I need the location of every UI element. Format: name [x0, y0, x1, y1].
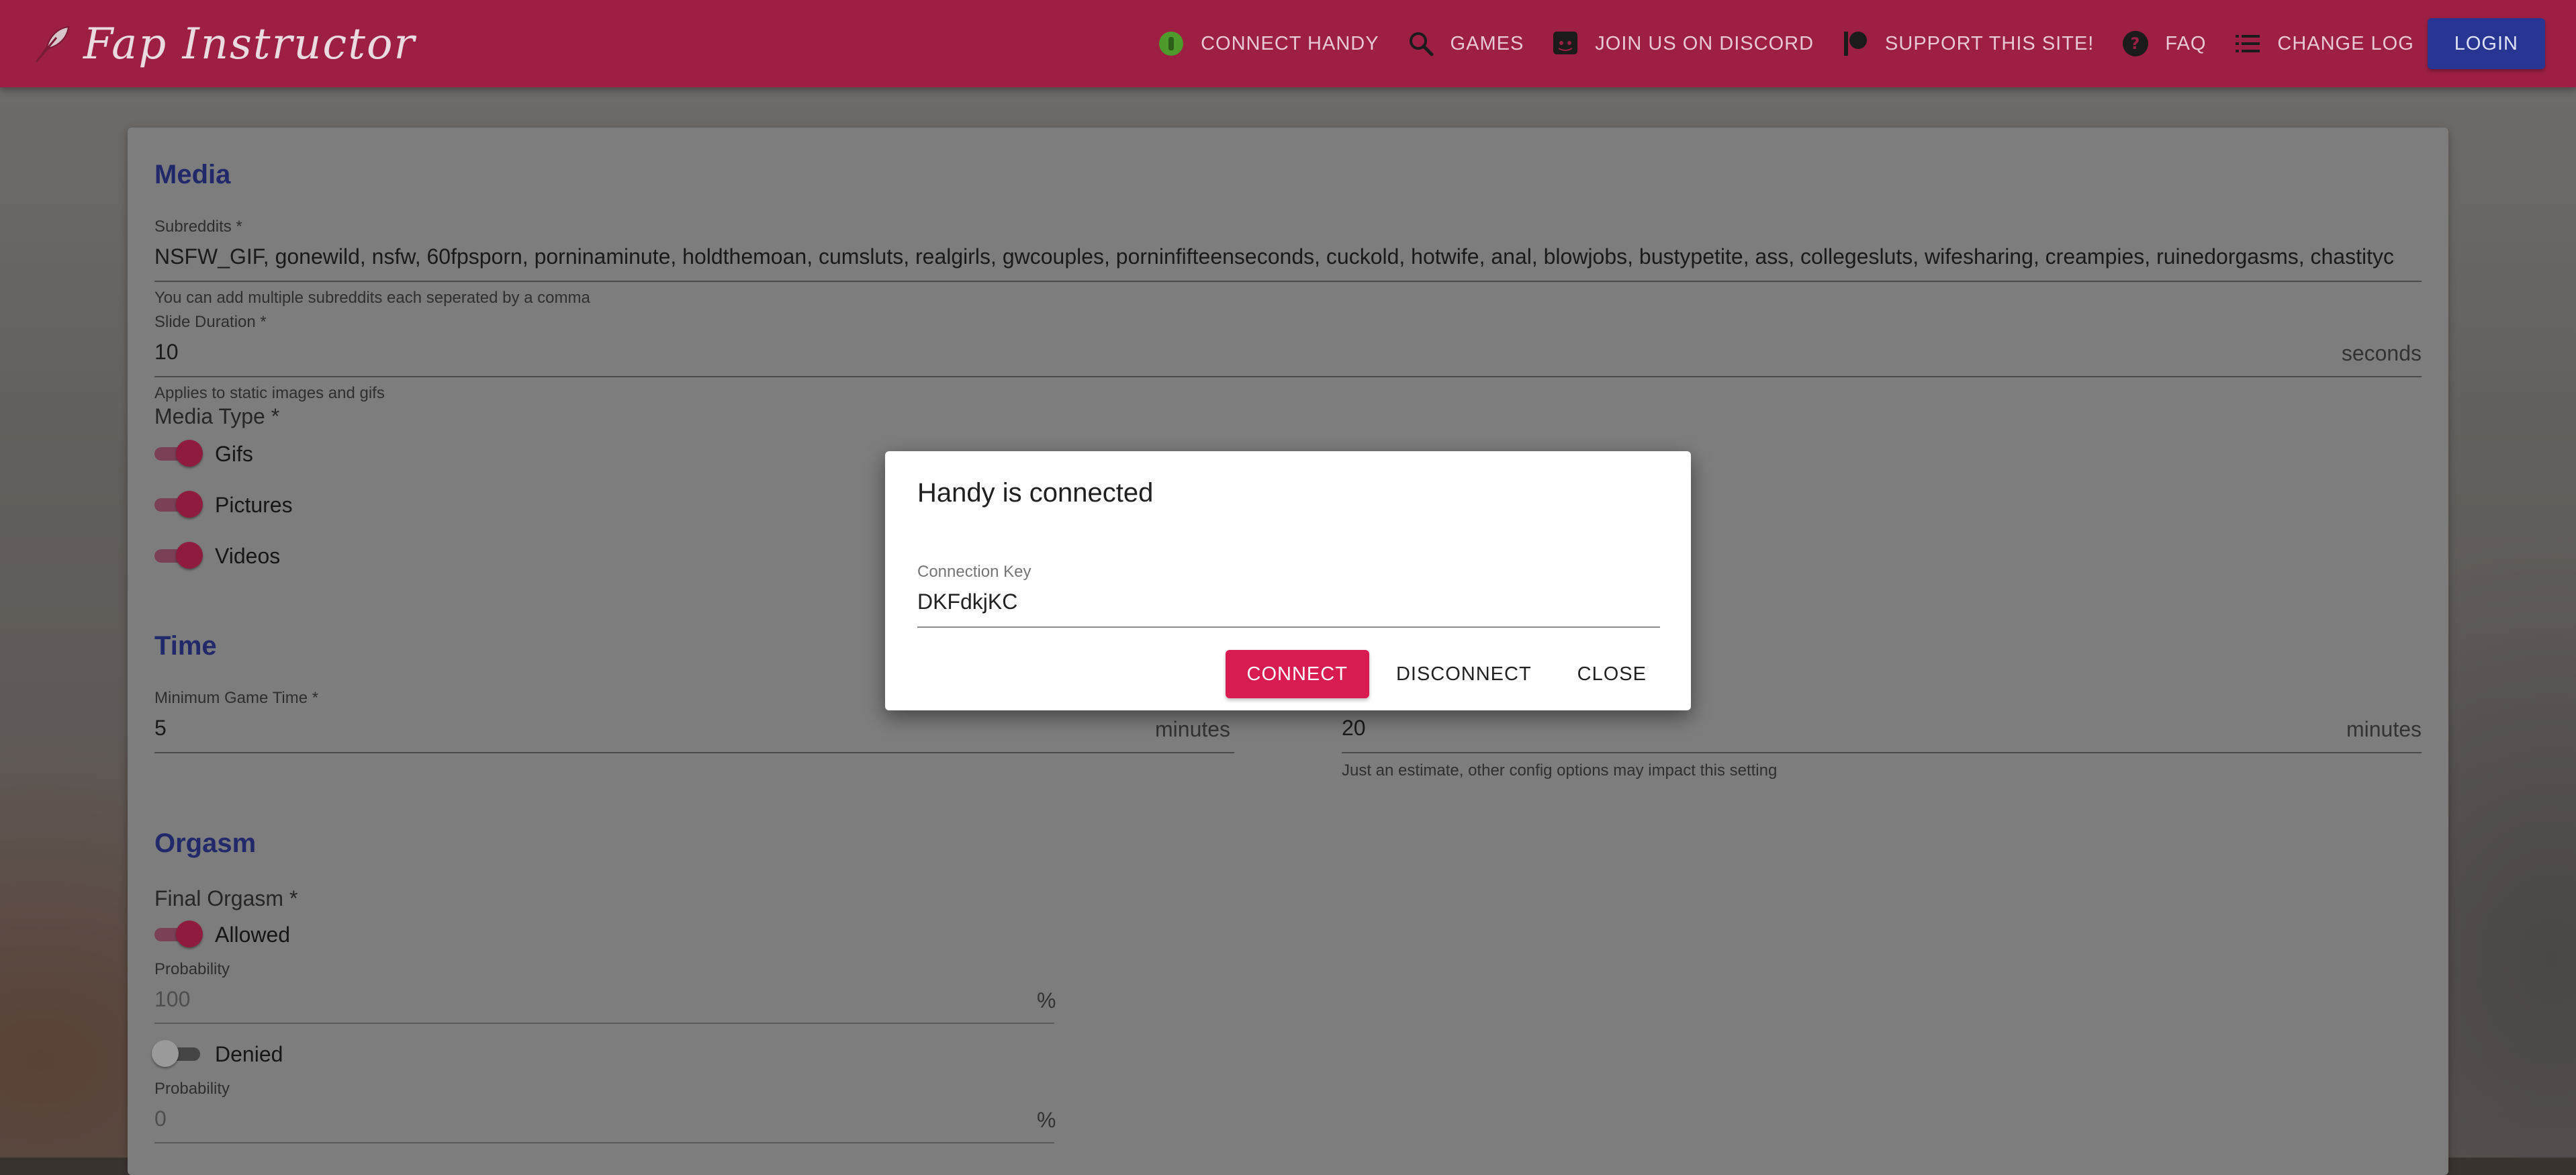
connection-key-input[interactable]: DKFdkjKC [917, 590, 1017, 614]
denied-probability-input[interactable]: 0 [154, 1107, 423, 1131]
games-label: GAMES [1450, 32, 1524, 54]
help-icon: ? [2123, 31, 2149, 56]
max-game-time-suffix: minutes [2346, 717, 2422, 741]
svg-text:?: ? [2131, 34, 2141, 53]
connect-button[interactable]: CONNECT [1225, 650, 1369, 698]
videos-toggle-row[interactable]: Videos [152, 539, 280, 573]
pictures-switch[interactable] [152, 488, 203, 522]
support-label: SUPPORT THIS SITE! [1885, 32, 2095, 54]
denied-probability-suffix: % [1037, 1108, 1056, 1132]
disconnect-button[interactable]: DISCONNECT [1375, 650, 1553, 698]
videos-label: Videos [215, 543, 281, 568]
media-section-title: Media [154, 160, 231, 189]
app-bar: Fap Instructor CONNECT HANDY GAMES JOIN … [0, 0, 2576, 87]
discord-icon [1553, 32, 1578, 54]
connect-handy-button[interactable]: CONNECT HANDY [1156, 29, 1379, 58]
allowed-toggle-row[interactable]: Allowed [152, 918, 290, 951]
videos-switch[interactable] [152, 539, 203, 573]
slide-duration-label: Slide Duration * [154, 313, 267, 331]
min-game-time-input[interactable]: 5 [154, 716, 423, 741]
app-title: Fap Instructor [83, 19, 416, 69]
min-game-time-label: Minimum Game Time * [154, 689, 319, 707]
list-icon [2236, 35, 2260, 52]
change-log-label: CHANGE LOG [2277, 32, 2414, 54]
search-icon [1409, 32, 1434, 56]
denied-label: Denied [215, 1041, 283, 1066]
faq-label: FAQ [2165, 32, 2207, 54]
slide-duration-input[interactable]: 10 [154, 340, 557, 365]
denied-toggle-row[interactable]: Denied [152, 1037, 283, 1071]
media-type-label: Media Type * [154, 404, 280, 428]
subreddits-helper: You can add multiple subreddits each sep… [154, 289, 590, 307]
allowed-probability-label: Probability [154, 960, 230, 978]
allowed-probability-suffix: % [1037, 988, 1056, 1013]
login-button[interactable]: LOGIN [2427, 18, 2545, 69]
slide-duration-helper: Applies to static images and gifs [154, 384, 385, 402]
subreddits-underline [154, 281, 2422, 282]
close-button[interactable]: CLOSE [1556, 650, 1668, 698]
max-game-time-input[interactable]: 20 [1342, 716, 1610, 741]
orgasm-section-title: Orgasm [154, 829, 257, 858]
connect-handy-label: CONNECT HANDY [1201, 32, 1379, 54]
patreon-icon [1844, 32, 1868, 56]
pictures-toggle-row[interactable]: Pictures [152, 488, 293, 522]
discord-button[interactable]: JOIN US ON DISCORD [1551, 29, 1814, 58]
gifs-toggle-row[interactable]: Gifs [152, 437, 253, 471]
change-log-button[interactable]: CHANGE LOG [2233, 29, 2413, 58]
feather-icon [35, 26, 70, 62]
connection-key-underline [917, 626, 1660, 628]
allowed-label: Allowed [215, 922, 291, 947]
discord-label: JOIN US ON DISCORD [1595, 32, 1814, 54]
dialog-actions: CONNECT DISCONNECT CLOSE [1223, 650, 1668, 698]
min-game-time-suffix: minutes [1155, 717, 1231, 741]
subreddits-input[interactable]: NSFW_GIF, gonewild, nsfw, 60fpsporn, por… [154, 244, 2422, 269]
top-nav: CONNECT HANDY GAMES JOIN US ON DISCORD S… [1130, 18, 2545, 69]
allowed-probability-input[interactable]: 100 [154, 987, 423, 1012]
subreddits-label: Subreddits * [154, 218, 242, 236]
slide-duration-underline [154, 376, 2422, 377]
allowed-probability-underline [154, 1023, 1054, 1024]
denied-probability-underline [154, 1142, 1054, 1143]
faq-button[interactable]: ? FAQ [2121, 29, 2206, 58]
games-button[interactable]: GAMES [1406, 29, 1524, 58]
final-orgasm-label: Final Orgasm * [154, 886, 298, 910]
denied-switch[interactable] [152, 1037, 203, 1071]
min-game-time-underline [154, 752, 1234, 753]
app-logo[interactable]: Fap Instructor [30, 16, 416, 73]
gifs-label: Gifs [215, 441, 253, 466]
support-button[interactable]: SUPPORT THIS SITE! [1841, 29, 2094, 58]
dialog-title: Handy is connected [917, 478, 1154, 508]
max-game-time-helper: Just an estimate, other config options m… [1342, 761, 1778, 780]
slide-duration-suffix: seconds [2341, 341, 2422, 365]
max-game-time-underline [1342, 752, 2422, 753]
allowed-switch[interactable] [152, 918, 203, 951]
denied-probability-label: Probability [154, 1080, 230, 1098]
connection-key-label: Connection Key [917, 563, 1031, 581]
gifs-switch[interactable] [152, 437, 203, 471]
handy-status-icon [1159, 32, 1184, 56]
time-section-title: Time [154, 631, 217, 661]
handy-connection-dialog: Handy is connected Connection Key DKFdkj… [885, 451, 1691, 710]
pictures-label: Pictures [215, 492, 293, 517]
